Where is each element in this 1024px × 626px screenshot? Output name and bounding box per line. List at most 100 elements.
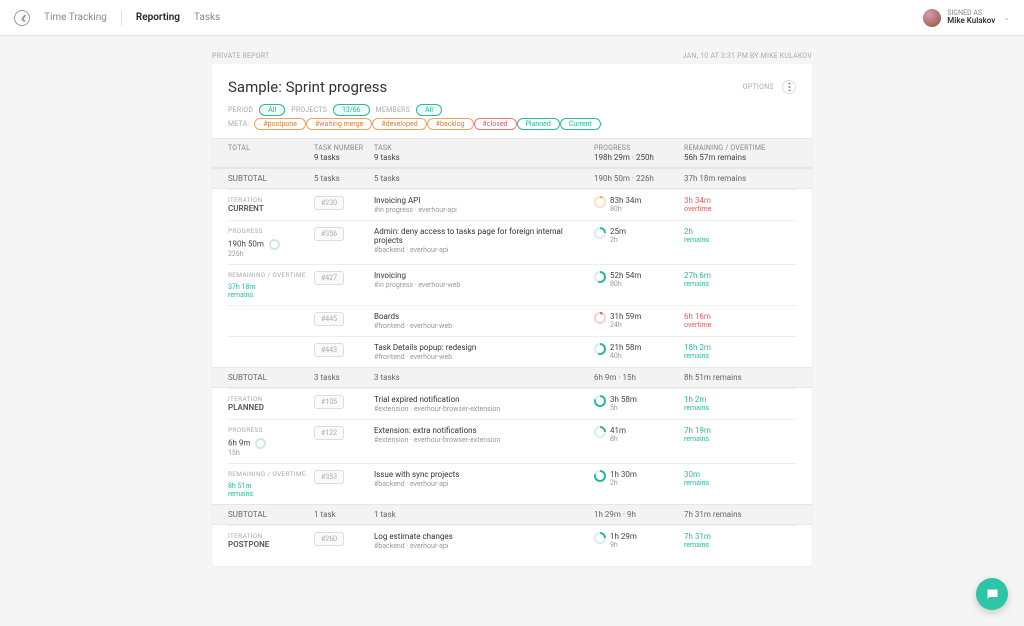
task-number-chip[interactable]: #445 [314, 312, 344, 326]
meta-tag[interactable]: #developed [372, 118, 426, 130]
task-cell: Task Details popup: redesign #frontend ·… [374, 343, 594, 361]
more-button[interactable] [782, 80, 796, 94]
iteration-label: ITERATION [228, 196, 308, 204]
progress-estimate: 24h [610, 321, 641, 329]
projects-filter[interactable]: 13/66 [333, 104, 370, 116]
meta-tag[interactable]: #postpone [254, 118, 306, 130]
header-actions: OPTIONS [743, 80, 796, 94]
task-title[interactable]: Boards [374, 312, 588, 321]
progress-estimate: 2h [610, 236, 626, 244]
task-meta: #frontend · everhour-web [374, 353, 588, 361]
table-row: ITERATION CURRENT #230 Invoicing API #in… [228, 189, 796, 220]
remaining-status: remains [684, 479, 778, 487]
task-title[interactable]: Extension: extra notifications [374, 426, 588, 435]
sidebar-progress-label: PROGRESS [228, 227, 308, 235]
subtotal-progress: 190h 50m · 226h [594, 174, 684, 183]
sidebar-progress-bot: 15h [228, 449, 240, 457]
nav-reporting[interactable]: Reporting [136, 12, 180, 23]
task-number-chip[interactable]: #353 [314, 470, 344, 484]
row-sidebar: ITERATION CURRENT [228, 196, 314, 213]
remaining-cell: 6h 16m overtime [684, 312, 784, 329]
task-meta: #in progress · everhour-api [374, 206, 588, 214]
projects-label: PROJECTS [291, 106, 327, 114]
remaining-cell: 18h 2m remains [684, 343, 784, 360]
remaining-label: REMAINING / OVERTIME [684, 144, 778, 152]
clock-logo-icon [14, 10, 30, 26]
remaining-cell: 27h 6m remains [684, 271, 784, 288]
period-filter[interactable]: All [259, 104, 285, 116]
row-sidebar: REMAINING / OVERTIME 8h 51mremains [228, 470, 314, 498]
nav-right: SIGNED AS Mike Kulakov ⌄ [923, 9, 1010, 27]
brand-link[interactable]: Time Tracking [44, 12, 107, 23]
subtotal-remaining: 8h 51m remains [684, 373, 784, 382]
task-title[interactable]: Invoicing API [374, 196, 588, 205]
iteration-name: PLANNED [228, 403, 308, 412]
meta-tag[interactable]: #waiting merge [306, 118, 372, 130]
task-number-chip[interactable]: #122 [314, 426, 344, 440]
nav-tasks[interactable]: Tasks [194, 12, 220, 23]
table-row: #445 Boards #frontend · everhour-web 31h… [228, 305, 796, 336]
meta-tag[interactable]: #backlog [427, 118, 474, 130]
table-row: PROGRESS 6h 9m 15h #122 Extension: extra… [228, 419, 796, 463]
progress-cell: 3h 58m 5h [594, 395, 684, 412]
row-sidebar: PROGRESS 6h 9m 15h [228, 426, 314, 457]
total-label: TOTAL [228, 144, 308, 152]
row-sidebar: ITERATION POSTPONE [228, 532, 314, 549]
progress-time: 83h 34m [610, 196, 641, 205]
progress-ring-icon [255, 438, 266, 449]
tasknum-cell: #353 [314, 470, 374, 484]
user-menu-caret-icon[interactable]: ⌄ [1003, 13, 1010, 22]
task-title[interactable]: Trial expired notification [374, 395, 588, 404]
task-label: TASK [374, 144, 588, 152]
sidebar-progress-top: 190h 50m [228, 239, 264, 248]
task-cell: Boards #frontend · everhour-web [374, 312, 594, 330]
progress-time: 31h 59m [610, 312, 641, 321]
task-number-chip[interactable]: #230 [314, 196, 344, 210]
task-title[interactable]: Issue with sync projects [374, 470, 588, 479]
avatar[interactable] [923, 9, 941, 27]
sidebar-remaining-top: 37h 18m [228, 283, 255, 291]
progress-cell: 25m 2h [594, 227, 684, 244]
progress-ring-icon [594, 532, 605, 543]
iteration-name: CURRENT [228, 204, 308, 213]
progress-time: 1h 30m [610, 470, 637, 479]
chat-fab[interactable] [976, 578, 1008, 610]
progress-time: 21h 58m [610, 343, 641, 352]
progress-value: 198h 29m · 250h [594, 153, 678, 162]
meta-tag[interactable]: Planned [517, 118, 560, 130]
meta-tag[interactable]: Current [560, 118, 601, 130]
task-meta: #backend · everhour-api [374, 542, 588, 550]
task-title[interactable]: Task Details popup: redesign [374, 343, 588, 352]
meta-tag[interactable]: #closed [474, 118, 517, 130]
progress-ring-icon [269, 239, 280, 250]
progress-cell: 41m 8h [594, 426, 684, 443]
task-title[interactable]: Admin: deny access to tasks page for for… [374, 227, 588, 245]
task-title[interactable]: Log estimate changes [374, 532, 588, 541]
subtotal-label: SUBTOTAL [228, 174, 267, 183]
progress-time: 25m [610, 227, 626, 236]
signed-as: SIGNED AS Mike Kulakov [947, 10, 995, 25]
task-title[interactable]: Invoicing [374, 271, 588, 280]
task-number-chip[interactable]: #443 [314, 343, 344, 357]
task-number-chip[interactable]: #260 [314, 532, 344, 546]
tasknum-cell: #443 [314, 343, 374, 357]
row-sidebar: REMAINING / OVERTIME 37h 18mremains [228, 271, 314, 299]
task-number-chip[interactable]: #427 [314, 271, 344, 285]
remaining-status: remains [684, 280, 778, 288]
sidebar-progress-top: 6h 9m [228, 438, 250, 447]
remaining-status: remains [684, 404, 778, 412]
task-number-chip[interactable]: #356 [314, 227, 344, 241]
task-cell: Invoicing API #in progress · everhour-ap… [374, 196, 594, 214]
progress-ring-icon [594, 271, 605, 282]
task-value: 9 tasks [374, 153, 588, 162]
tasknum-cell: #260 [314, 532, 374, 546]
subtotal-progress: 1h 29m · 9h [594, 510, 684, 519]
task-number-chip[interactable]: #105 [314, 395, 344, 409]
task-cell: Trial expired notification #extension · … [374, 395, 594, 413]
card-header: Sample: Sprint progress OPTIONS [228, 78, 796, 96]
table-row: ITERATION POSTPONE #260 Log estimate cha… [228, 525, 796, 556]
progress-estimate: 80h [610, 280, 641, 288]
sidebar-remaining-bot: remains [228, 291, 253, 299]
subtotal-progress: 6h 9m · 15h [594, 373, 684, 382]
members-filter[interactable]: All [416, 104, 442, 116]
